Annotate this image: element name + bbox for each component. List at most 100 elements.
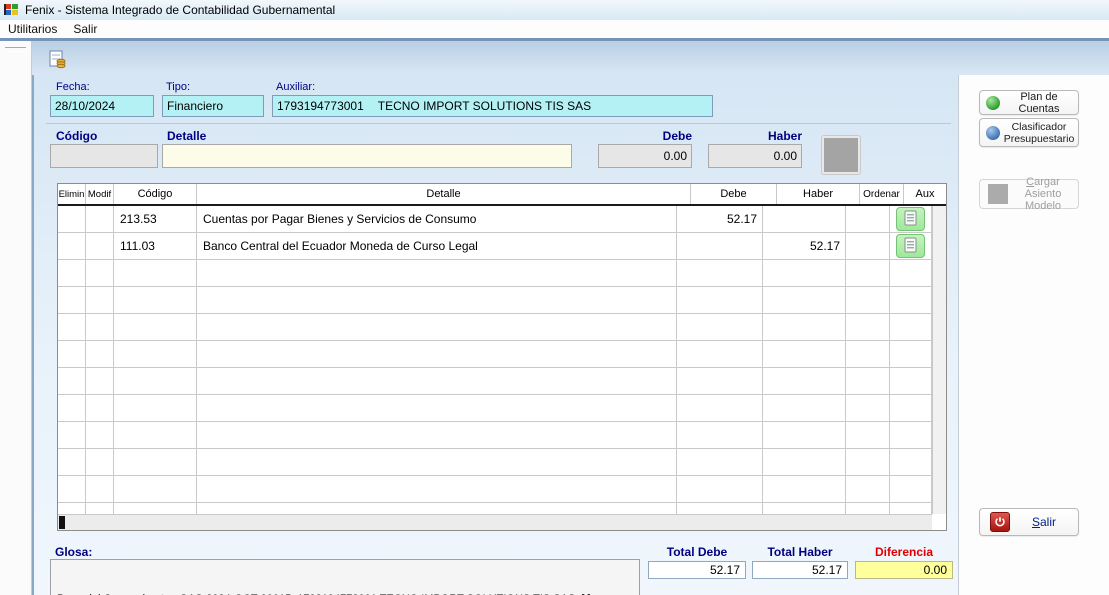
blue-sphere-icon bbox=[986, 126, 1000, 140]
cell-ordenar bbox=[846, 233, 890, 260]
cell-detalle bbox=[197, 341, 677, 368]
cell-haber bbox=[763, 422, 846, 449]
cell-detalle bbox=[197, 503, 677, 514]
codigo-label: Código bbox=[56, 129, 97, 143]
cell-codigo: 111.03 bbox=[114, 233, 197, 260]
vertical-scrollbar[interactable] bbox=[932, 206, 946, 514]
table-row[interactable] bbox=[58, 449, 932, 476]
cell-aux bbox=[890, 476, 932, 503]
cell-aux bbox=[890, 206, 932, 233]
total-debe-value: 52.17 bbox=[648, 561, 746, 579]
cell-codigo bbox=[114, 260, 197, 287]
table-row[interactable]: 213.53Cuentas por Pagar Bienes y Servici… bbox=[58, 206, 932, 233]
table-row[interactable] bbox=[58, 422, 932, 449]
cargar-asiento-label: Cargar Asiento Modelo bbox=[1008, 176, 1078, 212]
cell-elimin bbox=[58, 422, 86, 449]
debe-input[interactable]: 0.00 bbox=[598, 144, 692, 168]
header-aux: Aux bbox=[904, 184, 946, 204]
haber-label: Haber bbox=[762, 129, 802, 143]
table-row[interactable] bbox=[58, 341, 932, 368]
cell-haber bbox=[763, 341, 846, 368]
table-row[interactable] bbox=[58, 503, 932, 514]
cell-debe bbox=[677, 341, 763, 368]
total-haber-value: 52.17 bbox=[752, 561, 848, 579]
menu-utilitarios[interactable]: Utilitarios bbox=[0, 21, 65, 37]
plan-de-cuentas-button[interactable]: Plan de Cuentas bbox=[979, 90, 1079, 115]
scrollbar-corner bbox=[932, 514, 946, 530]
document-icon bbox=[904, 210, 917, 229]
clasificador-presupuestario-button[interactable]: Clasificador Presupuestario bbox=[979, 118, 1079, 147]
title-bar: Fenix - Sistema Integrado de Contabilida… bbox=[0, 0, 1109, 20]
table-row[interactable] bbox=[58, 395, 932, 422]
aux-detail-button[interactable] bbox=[896, 207, 925, 231]
gray-square-icon bbox=[988, 184, 1008, 204]
aux-detail-button[interactable] bbox=[896, 234, 925, 258]
cell-modif bbox=[86, 260, 114, 287]
horizontal-scroll-thumb[interactable] bbox=[59, 516, 65, 529]
cell-haber: 52.17 bbox=[763, 233, 846, 260]
cell-detalle bbox=[197, 314, 677, 341]
cell-haber bbox=[763, 314, 846, 341]
cell-ordenar bbox=[846, 395, 890, 422]
table-row[interactable]: 111.03Banco Central del Ecuador Moneda d… bbox=[58, 233, 932, 260]
cell-aux bbox=[890, 368, 932, 395]
add-line-button[interactable] bbox=[822, 136, 860, 174]
cell-elimin bbox=[58, 476, 86, 503]
table-row[interactable] bbox=[58, 314, 932, 341]
power-icon bbox=[990, 512, 1010, 532]
cell-haber bbox=[763, 260, 846, 287]
clasificador-label: Clasificador Presupuestario bbox=[1000, 121, 1078, 145]
detalle-input[interactable] bbox=[162, 144, 572, 168]
cell-modif bbox=[86, 233, 114, 260]
tipo-input[interactable]: Financiero bbox=[162, 95, 264, 117]
cell-haber bbox=[763, 395, 846, 422]
cell-modif bbox=[86, 476, 114, 503]
cell-codigo bbox=[114, 368, 197, 395]
table-header-row: Elimin Modif Código Detalle Debe Haber O… bbox=[58, 184, 946, 206]
header-ordenar: Ordenar bbox=[860, 184, 904, 204]
new-voucher-button[interactable] bbox=[46, 48, 68, 70]
cell-modif bbox=[86, 368, 114, 395]
cell-elimin bbox=[58, 395, 86, 422]
horizontal-scrollbar[interactable] bbox=[58, 514, 932, 530]
table-row[interactable] bbox=[58, 287, 932, 314]
cell-codigo bbox=[114, 395, 197, 422]
cell-detalle bbox=[197, 368, 677, 395]
cell-elimin bbox=[58, 341, 86, 368]
left-panel-grip[interactable] bbox=[5, 47, 26, 52]
cell-debe bbox=[677, 314, 763, 341]
codigo-input[interactable] bbox=[50, 144, 158, 168]
cell-elimin bbox=[58, 260, 86, 287]
table-row[interactable] bbox=[58, 260, 932, 287]
auxiliar-input[interactable]: 1793194773001 TECNO IMPORT SOLUTIONS TIS… bbox=[272, 95, 713, 117]
header-elimin: Elimin bbox=[58, 184, 86, 204]
total-haber-label: Total Haber bbox=[752, 545, 848, 559]
table-row[interactable] bbox=[58, 476, 932, 503]
cell-aux bbox=[890, 449, 932, 476]
cell-haber bbox=[763, 368, 846, 395]
cell-ordenar bbox=[846, 503, 890, 514]
menu-bar: Utilitarios Salir bbox=[0, 20, 1109, 38]
salir-button[interactable]: Salir bbox=[979, 508, 1079, 536]
cell-ordenar bbox=[846, 368, 890, 395]
cell-detalle bbox=[197, 287, 677, 314]
haber-input[interactable]: 0.00 bbox=[708, 144, 802, 168]
header-modif: Modif bbox=[86, 184, 114, 204]
table-row[interactable] bbox=[58, 368, 932, 395]
fecha-input[interactable]: 28/10/2024 bbox=[50, 95, 154, 117]
cell-detalle: Cuentas por Pagar Bienes y Servicios de … bbox=[197, 206, 677, 233]
glosa-textarea[interactable]: Pago del Comprobante : GAS-2024-OCT-0001… bbox=[50, 559, 640, 595]
cell-ordenar bbox=[846, 476, 890, 503]
cell-debe bbox=[677, 449, 763, 476]
cargar-asiento-modelo-button: Cargar Asiento Modelo bbox=[979, 179, 1079, 209]
auxiliar-label: Auxiliar: bbox=[276, 81, 315, 93]
menu-salir[interactable]: Salir bbox=[65, 21, 105, 37]
green-sphere-icon bbox=[986, 96, 1000, 110]
cell-detalle: Banco Central del Ecuador Moneda de Curs… bbox=[197, 233, 677, 260]
cell-elimin bbox=[58, 233, 86, 260]
cell-debe bbox=[677, 368, 763, 395]
cell-modif bbox=[86, 206, 114, 233]
cell-modif bbox=[86, 449, 114, 476]
cell-ordenar bbox=[846, 287, 890, 314]
cell-aux bbox=[890, 287, 932, 314]
